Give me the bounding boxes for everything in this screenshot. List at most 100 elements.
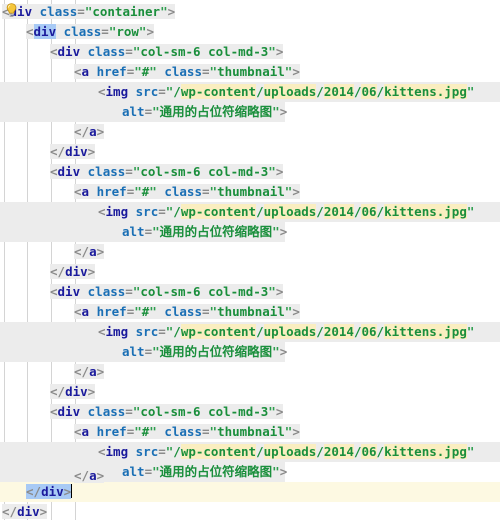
token-punctuation: > — [275, 284, 284, 299]
token-quote: " — [134, 424, 142, 439]
token-path-separator: / — [376, 324, 385, 339]
token-punctuation: > — [87, 144, 96, 159]
path-segment: 2014 — [323, 84, 354, 99]
token-punctuation: < — [74, 424, 82, 439]
token-path-separator: / — [316, 84, 324, 99]
token-quote: " — [466, 324, 475, 339]
code-editor-view[interactable]: <div class="container"> <div class="row"… — [0, 0, 500, 520]
token-equals: = — [202, 184, 210, 199]
path-segment: kittens.jpg — [384, 444, 467, 459]
token-quote: " — [149, 184, 157, 199]
code-line[interactable]: <a href="#" class="thumbnail"> — [0, 182, 500, 202]
token-punctuation: > — [63, 484, 72, 499]
code-line[interactable]: </a> — [0, 362, 500, 382]
token-path-separator: / — [376, 444, 385, 459]
token-equals: = — [158, 324, 166, 339]
token-quote: " — [149, 64, 157, 79]
token-quote: " — [152, 344, 160, 359]
token-string-value: 通用的占位符缩略图 — [159, 104, 273, 119]
code-line[interactable]: <a href="#" class="thumbnail"> — [0, 62, 500, 82]
token-punctuation: < — [98, 204, 106, 219]
code-line[interactable]: <img src="/wp-content/uploads/2014/06/ki… — [0, 82, 500, 102]
code-line[interactable]: <a href="#" class="thumbnail"> — [0, 422, 500, 442]
token-equals: = — [125, 404, 133, 419]
token-tag-name: div — [57, 44, 81, 59]
token-punctuation: </ — [74, 124, 90, 139]
code-line[interactable]: alt="通用的占位符缩略图"> — [0, 222, 500, 242]
token-path-separator: / — [256, 204, 264, 219]
token-path-separator: / — [173, 444, 181, 459]
token-quote: " — [209, 304, 218, 319]
code-line[interactable]: <div class="col-sm-6 col-md-3"> — [0, 162, 500, 182]
path-segment: kittens.jpg — [384, 204, 467, 219]
token-attribute-name: alt — [122, 104, 145, 119]
token-equals: = — [202, 64, 210, 79]
text-caret — [71, 484, 73, 498]
code-line[interactable]: <div class="container"> — [0, 2, 500, 22]
token-punctuation: > — [279, 344, 288, 359]
code-line[interactable]: <img src="/wp-content/uploads/2014/06/ki… — [0, 322, 500, 342]
token-equals: = — [144, 464, 153, 479]
token-quote: " — [160, 4, 168, 19]
token-attribute-name: href — [96, 424, 127, 439]
token-tag-name: div — [65, 264, 88, 279]
code-line[interactable]: alt="通用的占位符缩略图"> — [0, 342, 500, 362]
token-tag-name: a — [89, 124, 97, 139]
code-line[interactable]: </div> — [0, 262, 500, 282]
path-segment: wp-content — [180, 84, 257, 99]
token-tag-name: a — [89, 244, 97, 259]
code-line[interactable]: <img src="/wp-content/uploads/2014/06/ki… — [0, 442, 500, 462]
code-line[interactable]: </div> — [0, 382, 500, 402]
token-attribute-name: href — [96, 304, 127, 319]
token-quote: " — [272, 344, 280, 359]
code-line[interactable]: <div class="col-sm-6 col-md-3"> — [0, 42, 500, 62]
token-equals: = — [77, 4, 85, 19]
token-quote: " — [152, 104, 160, 119]
code-line[interactable]: <a href="#" class="thumbnail"> — [0, 302, 500, 322]
token-attribute-name: class — [164, 64, 202, 79]
token-punctuation: > — [146, 24, 154, 39]
code-line[interactable]: </a> — [0, 242, 500, 262]
code-line[interactable]: </div> — [0, 502, 500, 522]
token-punctuation: > — [279, 464, 288, 479]
token-attribute-name: href — [96, 184, 127, 199]
token-punctuation: </ — [50, 144, 66, 159]
code-line[interactable]: <div class="col-sm-6 col-md-3"> — [0, 282, 500, 302]
path-segment: uploads — [263, 204, 317, 219]
path-segment: 2014 — [323, 204, 354, 219]
token-path-separator: / — [256, 444, 264, 459]
code-line[interactable]: </a> — [0, 122, 500, 142]
code-line[interactable]: <div class="row"> — [0, 22, 500, 42]
code-line[interactable]: <img src="/wp-content/uploads/2014/06/ki… — [0, 202, 500, 222]
token-punctuation: < — [50, 44, 58, 59]
token-punctuation: > — [275, 44, 284, 59]
token-quote: " — [466, 204, 475, 219]
token-string-value: col-sm-6 col-md-3 — [140, 404, 269, 419]
token-tag-name: img — [105, 444, 129, 459]
token-string-value: row — [116, 24, 139, 39]
code-line[interactable]: <div class="col-sm-6 col-md-3"> — [0, 402, 500, 422]
path-segment: wp-content — [180, 204, 257, 219]
lightbulb-icon[interactable] — [5, 3, 18, 18]
token-punctuation: </ — [50, 384, 66, 399]
token-string-value: col-sm-6 col-md-3 — [140, 44, 269, 59]
token-tag-name: div — [65, 384, 88, 399]
token-punctuation: > — [275, 164, 284, 179]
token-string-value: 通用的占位符缩略图 — [159, 344, 273, 359]
token-punctuation: > — [96, 124, 105, 139]
token-path-separator: / — [316, 324, 324, 339]
token-attribute-name: alt — [122, 344, 145, 359]
code-line[interactable]: alt="通用的占位符缩略图"> — [0, 102, 500, 122]
token-path-separator: / — [376, 204, 385, 219]
token-tag-name: div — [65, 144, 88, 159]
path-segment: uploads — [263, 324, 317, 339]
token-equals: = — [158, 84, 166, 99]
code-line-current[interactable]: </div> — [0, 482, 500, 502]
token-punctuation: > — [279, 104, 288, 119]
token-punctuation: > — [292, 424, 300, 439]
token-string-value: thumbnail — [217, 184, 285, 199]
matching-tag-highlight: div — [33, 24, 57, 39]
code-line[interactable]: </div> — [0, 142, 500, 162]
token-path-separator: / — [173, 84, 181, 99]
token-quote: " — [152, 224, 160, 239]
